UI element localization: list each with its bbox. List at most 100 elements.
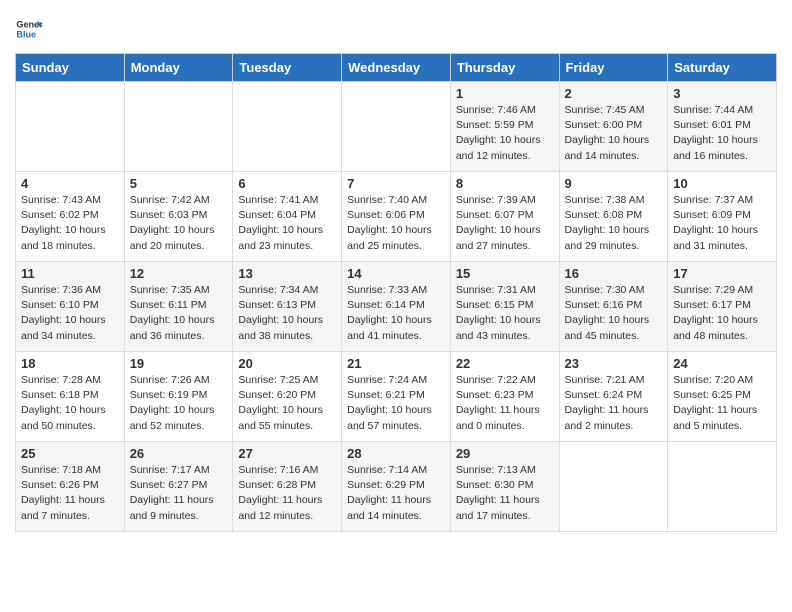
day-info: Sunrise: 7:25 AM Sunset: 6:20 PM Dayligh… — [238, 373, 336, 434]
day-cell: 23 Sunrise: 7:21 AM Sunset: 6:24 PM Dayli… — [559, 352, 668, 442]
day-info: Sunrise: 7:38 AM Sunset: 6:08 PM Dayligh… — [565, 193, 663, 254]
day-info: Sunrise: 7:42 AM Sunset: 6:03 PM Dayligh… — [130, 193, 228, 254]
day-cell: 17Sunrise: 7:29 AM Sunset: 6:17 PM Dayli… — [668, 262, 777, 352]
weekday-header-wednesday: Wednesday — [342, 54, 451, 82]
day-number: 10 — [673, 176, 771, 191]
day-number: 18 — [21, 356, 119, 371]
day-cell: 24 Sunrise: 7:20 AM Sunset: 6:25 PM Dayli… — [668, 352, 777, 442]
day-cell — [668, 442, 777, 532]
day-cell: 26 Sunrise: 7:17 AM Sunset: 6:27 PM Dayli… — [124, 442, 233, 532]
day-info: Sunrise: 7:39 AM Sunset: 6:07 PM Dayligh… — [456, 193, 554, 254]
day-number: 22 — [456, 356, 554, 371]
day-number: 13 — [238, 266, 336, 281]
day-cell: 1Sunrise: 7:46 AM Sunset: 5:59 PM Daylig… — [450, 82, 559, 172]
day-cell: 28 Sunrise: 7:14 AM Sunset: 6:29 PM Dayli… — [342, 442, 451, 532]
day-number: 21 — [347, 356, 445, 371]
day-info: Sunrise: 7:28 AM Sunset: 6:18 PM Dayligh… — [21, 373, 119, 434]
day-info: Sunrise: 7:31 AM Sunset: 6:15 PM Dayligh… — [456, 283, 554, 344]
day-info: Sunrise: 7:20 AM Sunset: 6:25 PM Dayligh… — [673, 373, 771, 434]
day-cell: 19 Sunrise: 7:26 AM Sunset: 6:19 PM Dayli… — [124, 352, 233, 442]
week-row-3: 11 Sunrise: 7:36 AM Sunset: 6:10 PM Dayli… — [16, 262, 777, 352]
day-info: Sunrise: 7:41 AM Sunset: 6:04 PM Dayligh… — [238, 193, 336, 254]
day-cell: 8 Sunrise: 7:39 AM Sunset: 6:07 PM Daylig… — [450, 172, 559, 262]
day-number: 15 — [456, 266, 554, 281]
day-cell: 25 Sunrise: 7:18 AM Sunset: 6:26 PM Dayli… — [16, 442, 125, 532]
day-cell — [124, 82, 233, 172]
day-cell: 16 Sunrise: 7:30 AM Sunset: 6:16 PM Dayli… — [559, 262, 668, 352]
weekday-header-sunday: Sunday — [16, 54, 125, 82]
day-cell: 3 Sunrise: 7:44 AM Sunset: 6:01 PM Daylig… — [668, 82, 777, 172]
day-cell: 2 Sunrise: 7:45 AM Sunset: 6:00 PM Daylig… — [559, 82, 668, 172]
day-cell: 9 Sunrise: 7:38 AM Sunset: 6:08 PM Daylig… — [559, 172, 668, 262]
day-cell: 15 Sunrise: 7:31 AM Sunset: 6:15 PM Dayli… — [450, 262, 559, 352]
day-info: Sunrise: 7:30 AM Sunset: 6:16 PM Dayligh… — [565, 283, 663, 344]
day-cell: 5 Sunrise: 7:42 AM Sunset: 6:03 PM Daylig… — [124, 172, 233, 262]
page-header: General Blue — [15, 15, 777, 43]
day-number: 23 — [565, 356, 663, 371]
day-number: 26 — [130, 446, 228, 461]
day-info: Sunrise: 7:16 AM Sunset: 6:28 PM Dayligh… — [238, 463, 336, 524]
day-number: 28 — [347, 446, 445, 461]
day-cell: 4Sunrise: 7:43 AM Sunset: 6:02 PM Daylig… — [16, 172, 125, 262]
day-number: 19 — [130, 356, 228, 371]
day-info: Sunrise: 7:35 AM Sunset: 6:11 PM Dayligh… — [130, 283, 228, 344]
day-info: Sunrise: 7:44 AM Sunset: 6:01 PM Dayligh… — [673, 103, 771, 164]
day-number: 9 — [565, 176, 663, 191]
day-cell: 6 Sunrise: 7:41 AM Sunset: 6:04 PM Daylig… — [233, 172, 342, 262]
day-info: Sunrise: 7:29 AM Sunset: 6:17 PM Dayligh… — [673, 283, 771, 344]
svg-text:Blue: Blue — [16, 29, 36, 39]
day-number: 12 — [130, 266, 228, 281]
logo-icon: General Blue — [15, 15, 43, 43]
week-row-4: 18 Sunrise: 7:28 AM Sunset: 6:18 PM Dayli… — [16, 352, 777, 442]
weekday-header-thursday: Thursday — [450, 54, 559, 82]
day-number: 5 — [130, 176, 228, 191]
day-cell: 21 Sunrise: 7:24 AM Sunset: 6:21 PM Dayli… — [342, 352, 451, 442]
day-cell: 29Sunrise: 7:13 AM Sunset: 6:30 PM Dayli… — [450, 442, 559, 532]
week-row-5: 25 Sunrise: 7:18 AM Sunset: 6:26 PM Dayli… — [16, 442, 777, 532]
day-number: 16 — [565, 266, 663, 281]
day-info: Sunrise: 7:40 AM Sunset: 6:06 PM Dayligh… — [347, 193, 445, 254]
logo: General Blue — [15, 15, 47, 43]
day-number: 25 — [21, 446, 119, 461]
day-cell: 22 Sunrise: 7:22 AM Sunset: 6:23 PM Dayli… — [450, 352, 559, 442]
day-info: Sunrise: 7:37 AM Sunset: 6:09 PM Dayligh… — [673, 193, 771, 254]
day-info: Sunrise: 7:21 AM Sunset: 6:24 PM Dayligh… — [565, 373, 663, 434]
day-number: 27 — [238, 446, 336, 461]
day-info: Sunrise: 7:18 AM Sunset: 6:26 PM Dayligh… — [21, 463, 119, 524]
day-cell: 20 Sunrise: 7:25 AM Sunset: 6:20 PM Dayli… — [233, 352, 342, 442]
day-cell — [342, 82, 451, 172]
day-number: 3 — [673, 86, 771, 101]
day-cell: 10 Sunrise: 7:37 AM Sunset: 6:09 PM Dayli… — [668, 172, 777, 262]
day-cell: 14Sunrise: 7:33 AM Sunset: 6:14 PM Dayli… — [342, 262, 451, 352]
day-cell — [16, 82, 125, 172]
day-info: Sunrise: 7:45 AM Sunset: 6:00 PM Dayligh… — [565, 103, 663, 164]
day-number: 6 — [238, 176, 336, 191]
week-row-1: 1Sunrise: 7:46 AM Sunset: 5:59 PM Daylig… — [16, 82, 777, 172]
day-cell — [233, 82, 342, 172]
weekday-header-row: SundayMondayTuesdayWednesdayThursdayFrid… — [16, 54, 777, 82]
day-number: 11 — [21, 266, 119, 281]
day-info: Sunrise: 7:24 AM Sunset: 6:21 PM Dayligh… — [347, 373, 445, 434]
day-number: 24 — [673, 356, 771, 371]
day-number: 2 — [565, 86, 663, 101]
day-number: 4 — [21, 176, 119, 191]
day-cell: 13 Sunrise: 7:34 AM Sunset: 6:13 PM Dayli… — [233, 262, 342, 352]
day-number: 8 — [456, 176, 554, 191]
weekday-header-monday: Monday — [124, 54, 233, 82]
day-number: 20 — [238, 356, 336, 371]
calendar-table: SundayMondayTuesdayWednesdayThursdayFrid… — [15, 53, 777, 532]
day-cell — [559, 442, 668, 532]
day-info: Sunrise: 7:33 AM Sunset: 6:14 PM Dayligh… — [347, 283, 445, 344]
day-info: Sunrise: 7:17 AM Sunset: 6:27 PM Dayligh… — [130, 463, 228, 524]
day-info: Sunrise: 7:22 AM Sunset: 6:23 PM Dayligh… — [456, 373, 554, 434]
day-info: Sunrise: 7:36 AM Sunset: 6:10 PM Dayligh… — [21, 283, 119, 344]
day-info: Sunrise: 7:26 AM Sunset: 6:19 PM Dayligh… — [130, 373, 228, 434]
weekday-header-saturday: Saturday — [668, 54, 777, 82]
day-info: Sunrise: 7:34 AM Sunset: 6:13 PM Dayligh… — [238, 283, 336, 344]
day-info: Sunrise: 7:14 AM Sunset: 6:29 PM Dayligh… — [347, 463, 445, 524]
day-number: 1 — [456, 86, 554, 101]
day-number: 29 — [456, 446, 554, 461]
day-number: 7 — [347, 176, 445, 191]
week-row-2: 4Sunrise: 7:43 AM Sunset: 6:02 PM Daylig… — [16, 172, 777, 262]
day-cell: 27 Sunrise: 7:16 AM Sunset: 6:28 PM Dayli… — [233, 442, 342, 532]
